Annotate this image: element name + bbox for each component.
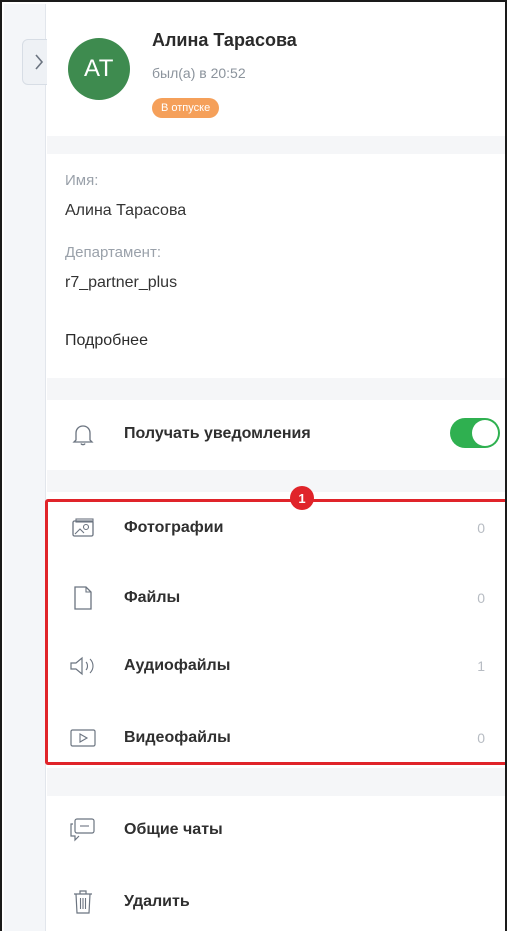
user-name: Алина Тарасова — [152, 30, 297, 50]
section-divider — [47, 378, 505, 400]
status-badge: В отпуске — [152, 98, 220, 118]
name-label: Имя: — [65, 172, 99, 189]
more-details-link[interactable]: Подробнее — [65, 332, 148, 350]
annotation-highlight-box — [45, 499, 505, 765]
delete-label: Удалить — [124, 893, 190, 910]
chat-icon — [69, 816, 97, 844]
screenshot-frame: AT Алина Тарасова был(а) в 20:52 В отпус… — [0, 0, 507, 931]
department-value: r7_partner_plus — [65, 274, 178, 291]
common-chats-label: Общие чаты — [124, 821, 223, 838]
chevron-right-icon — [35, 54, 44, 70]
toggle-knob — [472, 420, 498, 446]
name-value: Алина Тарасова — [65, 202, 187, 219]
last-seen-status: был(а) в 20:52 — [152, 65, 246, 81]
annotation-marker: 1 — [290, 486, 314, 510]
section-divider — [47, 768, 505, 796]
trash-icon — [69, 888, 97, 916]
section-divider — [47, 136, 505, 154]
delete-row[interactable]: Удалить — [47, 874, 505, 930]
section-divider — [47, 470, 505, 492]
left-rail — [4, 4, 46, 931]
avatar-initials: AT — [84, 55, 114, 82]
notifications-label: Получать уведомления — [124, 425, 311, 442]
notifications-toggle[interactable] — [450, 418, 500, 448]
avatar[interactable]: AT — [68, 38, 130, 100]
department-label: Департамент: — [65, 244, 161, 261]
bell-icon — [69, 420, 97, 448]
common-chats-row[interactable]: Общие чаты — [47, 802, 505, 858]
notifications-row[interactable]: Получать уведомления — [47, 406, 505, 462]
